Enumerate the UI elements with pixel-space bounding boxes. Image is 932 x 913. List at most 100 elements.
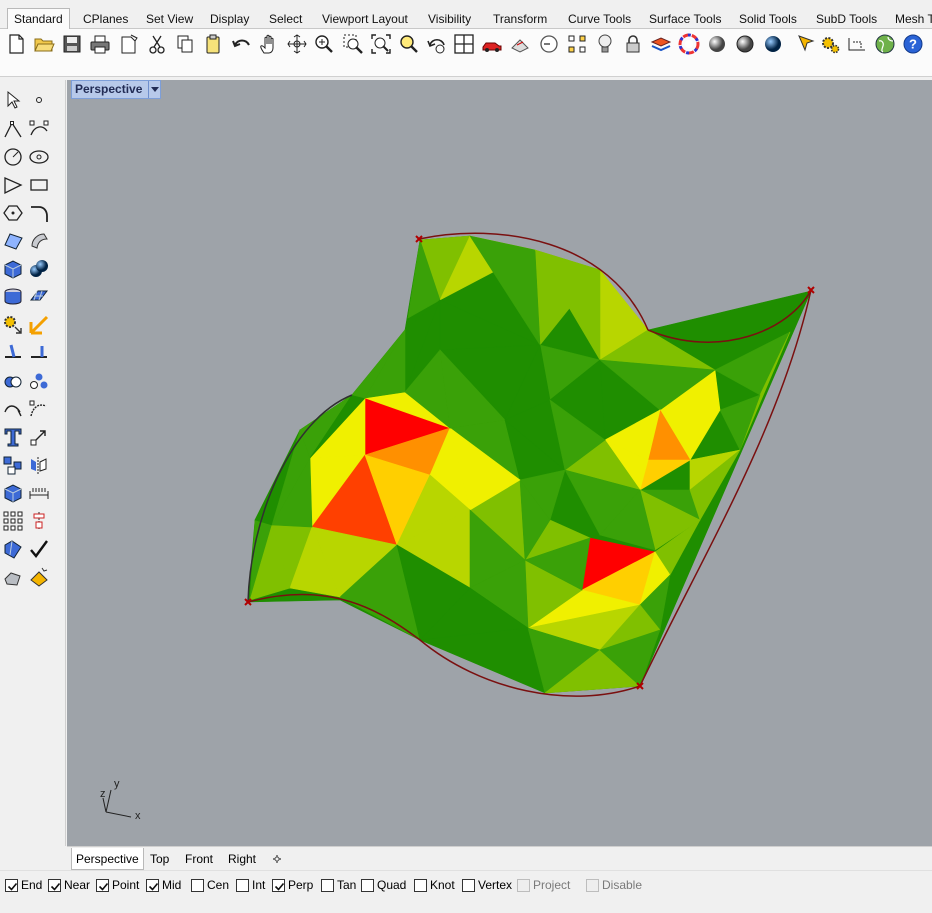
viewport-title-tab[interactable]: Perspective xyxy=(71,80,162,99)
osnap-int[interactable]: Int xyxy=(236,877,265,893)
four-viewports-icon[interactable] xyxy=(453,32,475,56)
save-icon[interactable] xyxy=(61,32,83,56)
tab-visibility[interactable]: Visibility xyxy=(428,10,471,28)
viewport-title[interactable]: Perspective xyxy=(72,81,148,98)
explode-icon[interactable] xyxy=(27,313,51,337)
rectangle-icon[interactable] xyxy=(27,173,51,197)
open-folder-icon[interactable] xyxy=(33,32,55,56)
color-wheel-icon[interactable] xyxy=(678,32,700,56)
osnap-checkbox[interactable] xyxy=(48,878,61,892)
hide-icon[interactable] xyxy=(538,32,560,56)
paste-icon[interactable] xyxy=(202,32,224,56)
osnap-cen[interactable]: Cen xyxy=(191,877,229,893)
polyline-icon[interactable] xyxy=(1,117,25,141)
copy-icon[interactable] xyxy=(174,32,196,56)
flag-cursor-icon[interactable] xyxy=(795,32,817,56)
import-icon[interactable] xyxy=(118,32,140,56)
array-icon[interactable] xyxy=(1,453,25,477)
osnap-quad[interactable]: Quad xyxy=(361,877,406,893)
material-icon[interactable] xyxy=(27,565,51,589)
osnap-mid[interactable]: Mid xyxy=(146,877,181,893)
rebuild-icon[interactable] xyxy=(27,397,51,421)
tab-solid-tools[interactable]: Solid Tools xyxy=(739,10,797,28)
tab-viewport-layout[interactable]: Viewport Layout xyxy=(322,10,408,28)
boolean-icon[interactable] xyxy=(1,369,25,393)
perspective-viewport[interactable]: x y z Perspective xyxy=(67,80,932,846)
analyze-icon[interactable] xyxy=(1,537,25,561)
print-icon[interactable] xyxy=(89,32,111,56)
undo-view-icon[interactable] xyxy=(426,32,448,56)
zoom-window-icon[interactable] xyxy=(342,32,364,56)
osnap-checkbox[interactable] xyxy=(414,878,427,892)
osnap-end[interactable]: End xyxy=(5,877,42,893)
pan-hand-icon[interactable] xyxy=(258,32,280,56)
select-arrow-icon[interactable] xyxy=(1,88,25,112)
globe-icon[interactable] xyxy=(874,32,896,56)
trim-icon[interactable] xyxy=(27,341,51,365)
bulb-icon[interactable] xyxy=(594,32,616,56)
car-icon[interactable] xyxy=(481,32,503,56)
fillet-curve-icon[interactable] xyxy=(27,201,51,225)
osnap-project[interactable]: Project xyxy=(517,877,570,893)
osnap-point[interactable]: Point xyxy=(96,877,139,893)
osnap-tan[interactable]: Tan xyxy=(321,877,356,893)
mirror-icon[interactable] xyxy=(27,453,51,477)
osnap-checkbox[interactable] xyxy=(5,878,18,892)
zoom-extents-icon[interactable] xyxy=(370,32,392,56)
tab-curve-tools[interactable]: Curve Tools xyxy=(568,10,631,28)
osnap-checkbox[interactable] xyxy=(586,878,599,892)
rotate-view-icon[interactable] xyxy=(286,32,308,56)
osnap-checkbox[interactable] xyxy=(236,878,249,892)
add-viewport-icon[interactable] xyxy=(271,852,283,866)
group-icon[interactable] xyxy=(27,369,51,393)
box-solid-icon[interactable] xyxy=(1,257,25,281)
osnap-checkbox[interactable] xyxy=(462,878,475,892)
osnap-checkbox[interactable] xyxy=(361,878,374,892)
undo-icon[interactable] xyxy=(231,32,253,56)
osnap-vertex[interactable]: Vertex xyxy=(462,877,512,893)
tab-select[interactable]: Select xyxy=(269,10,302,28)
osnap-near[interactable]: Near xyxy=(48,877,90,893)
ellipse-icon[interactable] xyxy=(27,145,51,169)
tab-subd-tools[interactable]: SubD Tools xyxy=(816,10,877,28)
point-icon[interactable] xyxy=(27,88,51,112)
dimension-ruler-icon[interactable] xyxy=(27,481,51,505)
viewtab-front[interactable]: Front xyxy=(185,850,213,869)
check-icon[interactable] xyxy=(27,537,51,561)
osnap-perp[interactable]: Perp xyxy=(272,877,313,893)
zoom-selected-icon[interactable] xyxy=(398,32,420,56)
tab-transform[interactable]: Transform xyxy=(493,10,547,28)
curve-icon[interactable] xyxy=(27,117,51,141)
render-mesh-icon[interactable] xyxy=(1,565,25,589)
dimension-icon[interactable] xyxy=(846,32,868,56)
new-file-icon[interactable] xyxy=(5,32,27,56)
tab-standard[interactable]: Standard xyxy=(7,8,70,29)
osnap-disable[interactable]: Disable xyxy=(586,877,642,893)
osnap-checkbox[interactable] xyxy=(96,878,109,892)
osnap-checkbox[interactable] xyxy=(321,878,334,892)
tab-set-view[interactable]: Set View xyxy=(146,10,193,28)
cut-icon[interactable] xyxy=(146,32,168,56)
cylinder-solid-icon[interactable] xyxy=(1,285,25,309)
tab-cplanes[interactable]: CPlanes xyxy=(83,10,128,28)
extrude-surface-icon[interactable] xyxy=(27,229,51,253)
viewtab-top[interactable]: Top xyxy=(150,850,169,869)
move-gumball-icon[interactable] xyxy=(27,425,51,449)
tab-surface-tools[interactable]: Surface Tools xyxy=(649,10,722,28)
viewtab-right[interactable]: Right xyxy=(228,850,256,869)
tab-display[interactable]: Display xyxy=(210,10,249,28)
circle-icon[interactable] xyxy=(1,145,25,169)
osnap-checkbox[interactable] xyxy=(191,878,204,892)
mesh-plane-icon[interactable] xyxy=(27,285,51,309)
viewport-menu-arrow-icon[interactable] xyxy=(148,81,160,98)
text-icon[interactable] xyxy=(1,425,25,449)
osnap-checkbox[interactable] xyxy=(517,878,530,892)
polygon-icon[interactable] xyxy=(1,201,25,225)
arc-icon[interactable] xyxy=(1,173,25,197)
osnap-checkbox[interactable] xyxy=(272,878,285,892)
edit-points-icon[interactable] xyxy=(1,397,25,421)
lock-icon[interactable] xyxy=(622,32,644,56)
align-icon[interactable] xyxy=(27,509,51,533)
blue-sphere-icon[interactable] xyxy=(762,32,784,56)
split-icon[interactable] xyxy=(1,341,25,365)
